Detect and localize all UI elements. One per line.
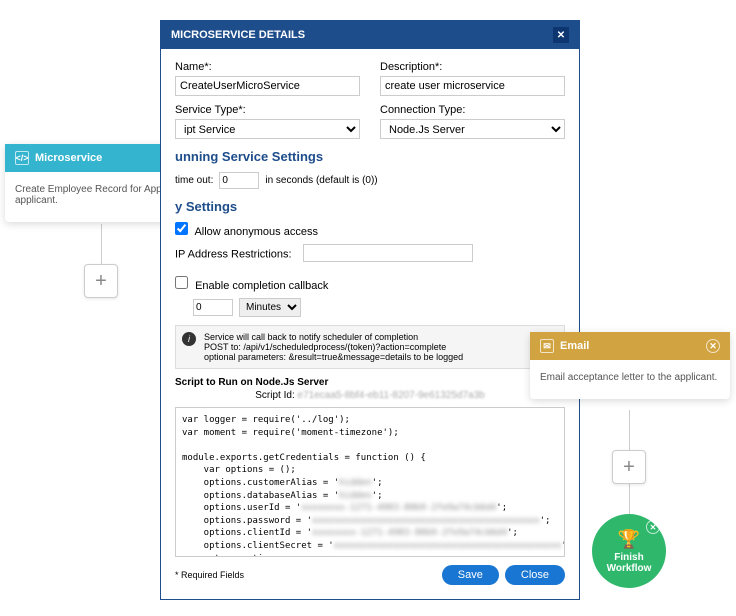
callback-unit-select[interactable]: Minutes	[239, 298, 301, 317]
email-card-body: Email acceptance letter to the applicant…	[530, 360, 730, 399]
close-button[interactable]: Close	[505, 565, 565, 585]
close-icon[interactable]: ✕	[553, 27, 569, 43]
microservice-details-modal: MICROSERVICE DETAILS ✕ Name*: Descriptio…	[160, 20, 580, 600]
callback-info-box: i Service will call back to notify sched…	[175, 325, 565, 369]
anonymous-access-label: Allow anonymous access	[194, 226, 318, 238]
finish-workflow-node[interactable]: ✕ 🏆 Finish Workflow	[592, 514, 666, 588]
modal-title: MICROSERVICE DETAILS	[171, 29, 305, 41]
add-step-button[interactable]: +	[612, 450, 646, 484]
running-settings-title: unning Service Settings	[175, 149, 565, 164]
code-icon: </>	[15, 151, 29, 165]
email-card-header: ✉ Email ✕	[530, 332, 730, 360]
script-id-label: Script Id:	[255, 390, 294, 401]
info-icon: i	[182, 332, 196, 346]
close-icon[interactable]: ✕	[646, 520, 660, 534]
security-settings-title: y Settings	[175, 199, 565, 214]
info-line: POST to: /api/v1/scheduledprocess/(token…	[204, 342, 463, 352]
ip-restrictions-label: IP Address Restrictions:	[175, 249, 292, 261]
mail-icon: ✉	[540, 339, 554, 353]
connector-line	[629, 410, 630, 450]
ip-restrictions-input[interactable]	[303, 244, 473, 262]
info-line: Service will call back to notify schedul…	[204, 332, 463, 342]
service-type-label: Service Type*:	[175, 104, 360, 116]
timeout-hint: in seconds (default is (0))	[265, 175, 377, 186]
email-card: ✉ Email ✕ Email acceptance letter to the…	[530, 332, 730, 399]
completion-callback-label: Enable completion callback	[195, 280, 328, 292]
callback-interval-input[interactable]	[193, 299, 233, 316]
close-icon[interactable]: ✕	[706, 339, 720, 353]
completion-callback-checkbox[interactable]	[175, 276, 188, 289]
script-id-value: e71ecaa5-8bf4-eb11-8207-9e61325d7a3b	[298, 390, 485, 401]
connector-line	[101, 224, 102, 264]
add-step-button[interactable]: +	[84, 264, 118, 298]
script-section-label: Script to Run on Node.Js Server	[175, 377, 565, 388]
finish-label-1: Finish	[614, 552, 643, 563]
name-label: Name*:	[175, 61, 360, 73]
modal-body: Name*: Description*: Service Type*: ipt …	[161, 49, 579, 599]
required-fields-note: * Required Fields	[175, 570, 244, 580]
modal-header: MICROSERVICE DETAILS ✕	[161, 21, 579, 49]
name-input[interactable]	[175, 76, 360, 96]
finish-label-2: Workflow	[607, 563, 652, 574]
email-card-title: Email	[560, 340, 589, 352]
anonymous-access-checkbox[interactable]	[175, 222, 188, 235]
timeout-label: time out:	[175, 175, 213, 186]
info-line: optional parameters: &result=true&messag…	[204, 352, 463, 362]
trophy-icon: 🏆	[618, 529, 640, 550]
connection-type-select[interactable]: Node.Js Server	[380, 119, 565, 139]
connection-type-label: Connection Type:	[380, 104, 565, 116]
timeout-input[interactable]	[219, 172, 259, 189]
script-editor[interactable]: var logger = require('../log'); var mome…	[175, 407, 565, 557]
description-input[interactable]	[380, 76, 565, 96]
save-button[interactable]: Save	[442, 565, 499, 585]
service-type-select[interactable]: ipt Service	[175, 119, 360, 139]
connector-line	[629, 484, 630, 516]
description-label: Description*:	[380, 61, 565, 73]
microservice-card-title: Microservice	[35, 152, 102, 164]
